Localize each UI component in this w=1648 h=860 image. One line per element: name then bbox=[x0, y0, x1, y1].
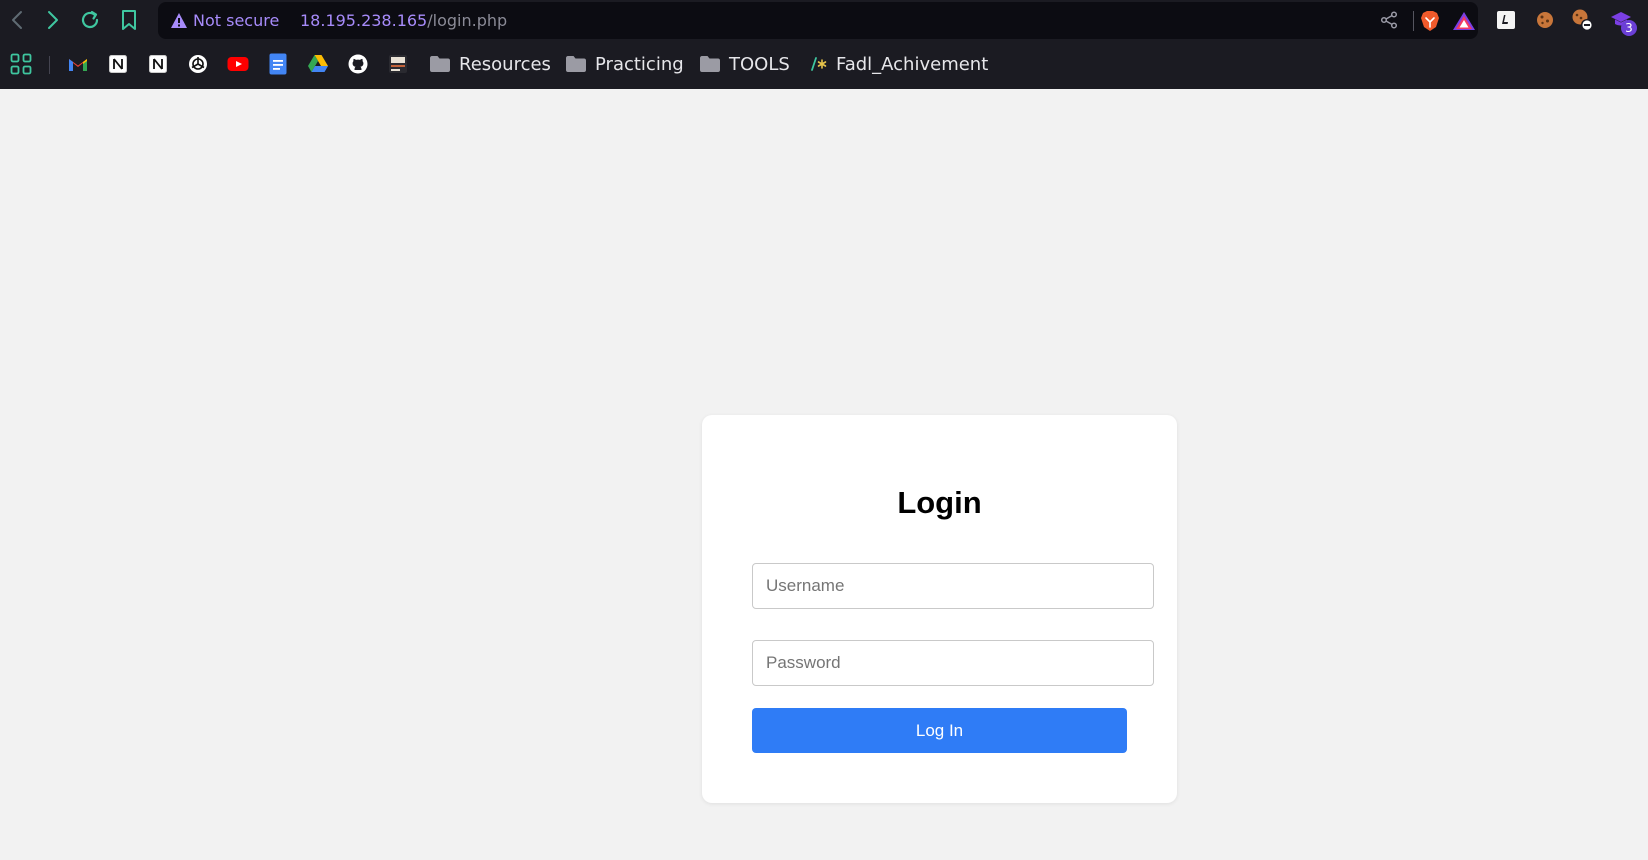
bookmark-folder-tools[interactable]: TOOLS bbox=[699, 53, 790, 75]
share-icon[interactable] bbox=[1380, 11, 1398, 29]
address-bar[interactable]: Not secure 18.195.238.165/login.php bbox=[158, 2, 1478, 39]
bookmark-notion[interactable] bbox=[107, 53, 129, 75]
bookmark-icon bbox=[122, 10, 136, 30]
chatgpt-icon bbox=[189, 55, 207, 73]
extension-count-badge: 3 bbox=[1621, 20, 1637, 36]
warning-triangle-icon bbox=[171, 13, 187, 28]
bookmark-chatgpt[interactable] bbox=[187, 53, 209, 75]
bookmark-gmail[interactable] bbox=[67, 53, 89, 75]
forward-button[interactable] bbox=[40, 6, 66, 34]
code-comment-icon bbox=[811, 57, 827, 71]
chevron-right-icon bbox=[48, 11, 58, 29]
chevron-left-icon bbox=[12, 11, 22, 29]
cookie-lock-icon bbox=[1572, 9, 1593, 31]
bookmark-google-drive[interactable] bbox=[307, 53, 329, 75]
browser-toolbar: Not secure 18.195.238.165/login.php 3 bbox=[0, 0, 1648, 40]
extension-button[interactable] bbox=[1494, 8, 1518, 32]
browser-chrome: Not secure 18.195.238.165/login.php 3 Re… bbox=[0, 0, 1648, 89]
bookmark-github[interactable] bbox=[347, 53, 369, 75]
reload-button[interactable] bbox=[77, 6, 103, 34]
url-path: /login.php bbox=[427, 11, 508, 30]
bookmarks-separator bbox=[49, 56, 50, 74]
gmail-icon bbox=[69, 59, 87, 71]
bookmark-button[interactable] bbox=[116, 6, 142, 34]
notion-icon bbox=[109, 55, 127, 73]
bookmark-site[interactable] bbox=[387, 53, 409, 75]
address-bar-divider bbox=[1413, 11, 1414, 31]
apps-grid-icon bbox=[10, 53, 32, 75]
bookmarks-bar: Resources Practicing TOOLS Fadl_Achiveme… bbox=[0, 44, 1648, 84]
extension-icon bbox=[1497, 11, 1515, 29]
bookmark-youtube[interactable] bbox=[227, 53, 249, 75]
security-indicator[interactable]: Not secure bbox=[193, 11, 279, 30]
youtube-icon bbox=[227, 57, 249, 71]
folder-icon bbox=[700, 56, 720, 72]
cookie-editor-extension-button[interactable] bbox=[1570, 8, 1594, 32]
login-title: Login bbox=[897, 485, 982, 520]
github-icon bbox=[348, 54, 368, 74]
cookie-icon bbox=[1537, 12, 1553, 28]
bookmark-folder-label: Resources bbox=[459, 53, 551, 75]
bookmark-label: Fadl_Achivement bbox=[836, 53, 989, 75]
url-text[interactable]: 18.195.238.165/login.php bbox=[300, 11, 507, 30]
website-favicon-icon bbox=[389, 55, 407, 73]
password-input[interactable] bbox=[752, 640, 1154, 686]
cookie-extension-button[interactable] bbox=[1533, 8, 1557, 32]
folder-icon bbox=[430, 56, 450, 72]
bookmark-google-docs[interactable] bbox=[267, 53, 289, 75]
google-docs-icon bbox=[269, 53, 287, 75]
bookmark-fadl-achivement[interactable]: Fadl_Achivement bbox=[810, 53, 988, 75]
username-input[interactable] bbox=[752, 563, 1154, 609]
brave-rewards-icon[interactable] bbox=[1452, 11, 1476, 31]
login-card: Login Log In bbox=[702, 415, 1177, 803]
folder-icon bbox=[566, 56, 586, 72]
login-button[interactable]: Log In bbox=[752, 708, 1127, 753]
bookmark-folder-label: Practicing bbox=[595, 53, 684, 75]
reload-icon bbox=[81, 10, 99, 29]
apps-button[interactable] bbox=[10, 53, 32, 75]
brave-shields-icon[interactable] bbox=[1420, 10, 1440, 32]
bookmark-folder-resources[interactable]: Resources bbox=[429, 53, 551, 75]
bookmark-folder-label: TOOLS bbox=[729, 53, 790, 75]
back-button[interactable] bbox=[4, 6, 30, 34]
url-host: 18.195.238.165 bbox=[300, 11, 428, 30]
google-drive-icon bbox=[308, 55, 328, 72]
notion-icon bbox=[149, 55, 167, 73]
extensions-menu-button[interactable]: 3 bbox=[1609, 8, 1637, 36]
bookmark-folder-practicing[interactable]: Practicing bbox=[565, 53, 684, 75]
bookmark-notion-2[interactable] bbox=[147, 53, 169, 75]
